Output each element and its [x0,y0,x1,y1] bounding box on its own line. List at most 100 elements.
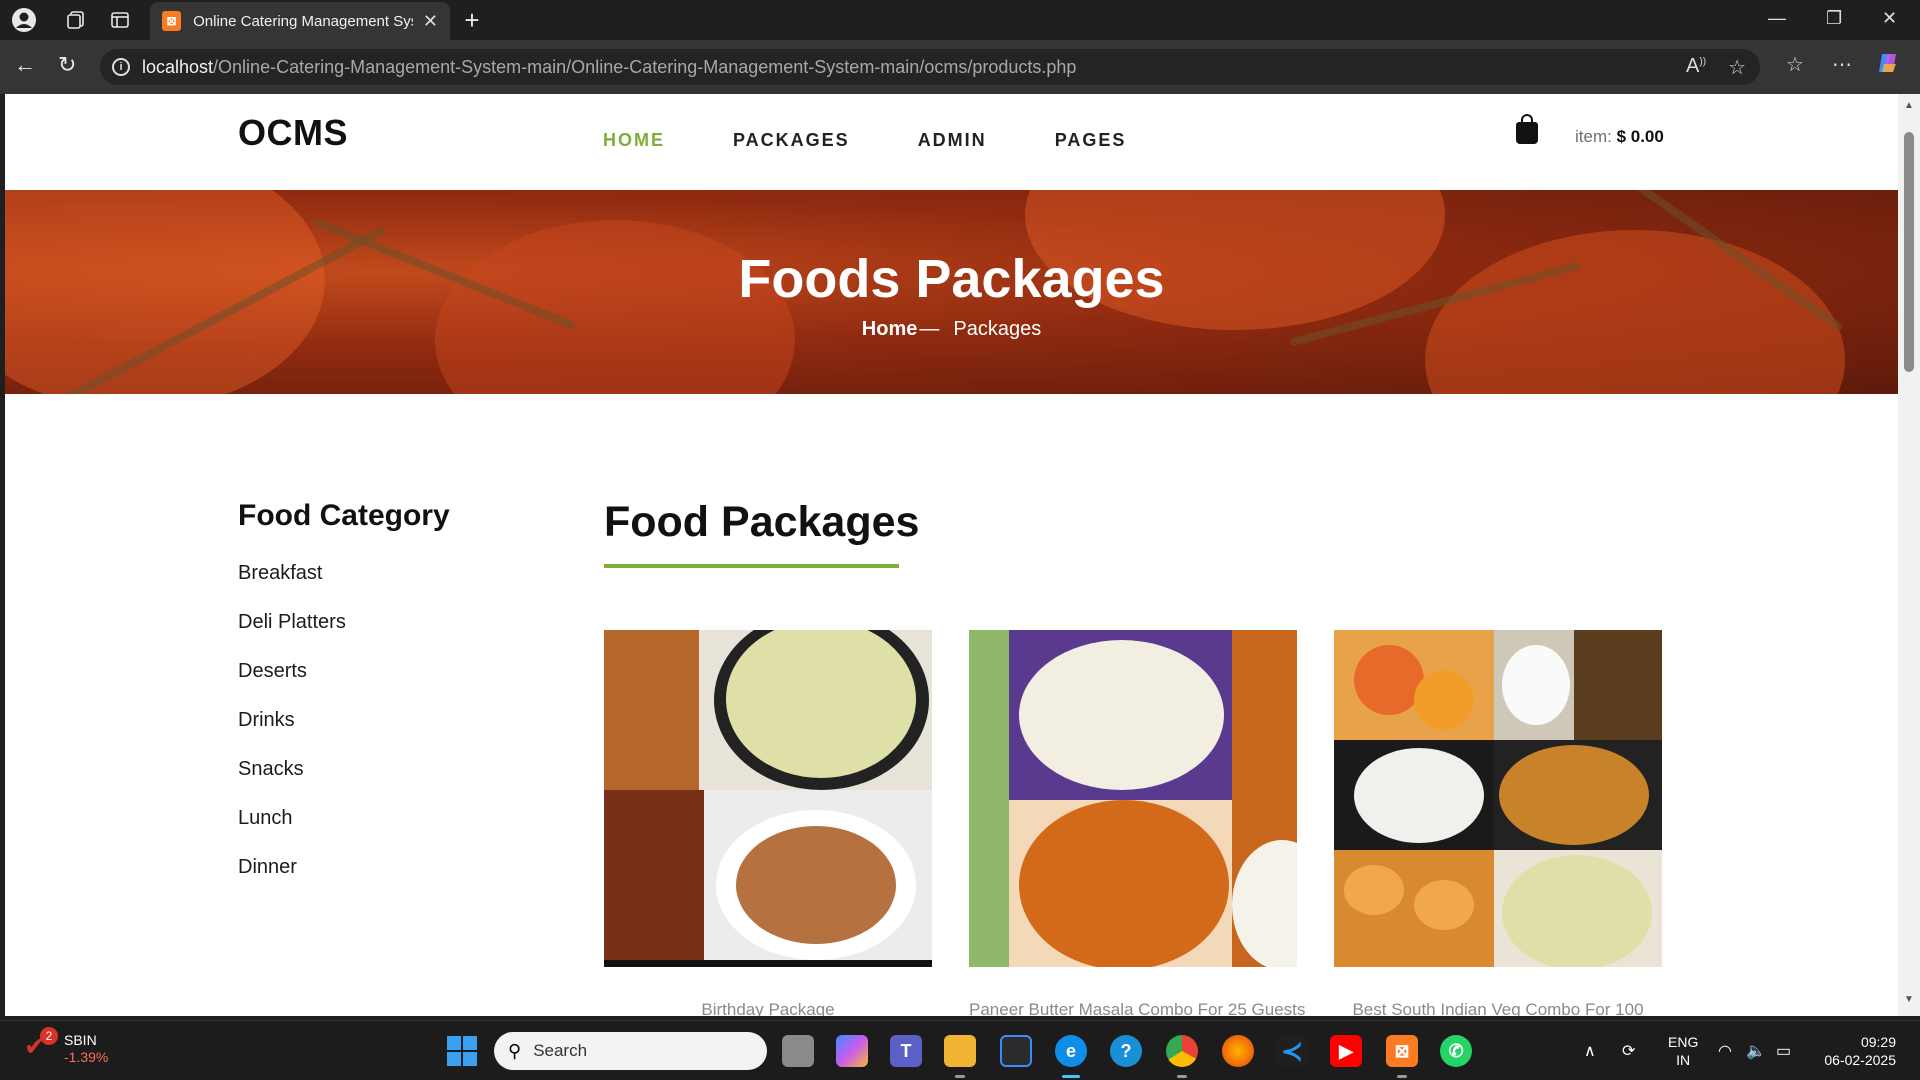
language-code: ENG [1668,1034,1699,1050]
tab-active[interactable]: ⊠ Online Catering Management Sys ✕ [150,2,450,40]
tab-actions-icon[interactable] [106,6,134,34]
show-hidden-icons-icon[interactable]: ∧ [1584,1041,1596,1061]
cart-amount: $ 0.00 [1616,127,1664,146]
category-deserts[interactable]: Deserts [238,659,450,708]
scroll-up-icon[interactable]: ▲ [1904,100,1914,111]
package-name[interactable]: Paneer Butter Masala Combo For 25 Guests [969,1000,1305,1016]
breadcrumb-separator: — [919,318,940,340]
category-deli-platters[interactable]: Deli Platters [238,610,450,659]
package-name[interactable]: Birthday Package [604,1000,932,1016]
task-view-icon[interactable] [782,1035,814,1067]
title-underline [604,564,899,568]
package-card[interactable]: Birthday Package [604,630,932,1016]
food-category-sidebar: Food Category Breakfast Deli Platters De… [238,499,450,904]
hero-title: Foods Packages [738,249,1165,309]
clock-time: 09:29 [1860,1034,1896,1050]
minimize-icon[interactable]: — [1768,8,1786,29]
system-clock[interactable]: 09:29 06-02-2025 [1818,1033,1896,1069]
category-lunch[interactable]: Lunch [238,806,450,855]
region-code: IN [1676,1052,1691,1068]
page-scrollbar[interactable]: ▲ ▼ [1898,94,1920,1016]
favorites-icon[interactable]: ☆ [1786,52,1804,77]
tab-title: Online Catering Management Sys [193,12,413,30]
category-dinner[interactable]: Dinner [238,855,450,904]
scrollbar-thumb[interactable] [1904,132,1914,372]
favorite-star-icon[interactable]: ☆ [1728,55,1746,80]
taskbar-search[interactable]: ⚲ Search [494,1032,767,1070]
breadcrumb-home[interactable]: Home [862,318,918,340]
nav-home[interactable]: HOME [603,130,665,151]
reload-icon[interactable]: ↻ [58,52,76,78]
web-page: OCMS HOME PACKAGES ADMIN PAGES item: $ 0… [5,94,1898,1016]
tab-bar: ⊠ Online Catering Management Sys ✕ + — ❐… [0,0,1920,40]
file-explorer-icon[interactable] [944,1035,976,1067]
breadcrumb: Home — Packages [5,318,1898,341]
chrome-icon[interactable] [1166,1035,1198,1067]
restore-icon[interactable]: ❐ [1826,8,1842,29]
stock-trend-icon: 2 [24,1027,58,1062]
microsoft-store-icon[interactable] [1000,1035,1032,1067]
main-nav: HOME PACKAGES ADMIN PAGES [603,130,1194,151]
breadcrumb-current: Packages [953,318,1042,340]
shopping-bag-icon[interactable] [1516,114,1538,144]
package-card[interactable]: Paneer Butter Masala Combo For 25 Guests [969,630,1305,1016]
read-aloud-icon[interactable]: A)) [1686,55,1706,80]
clock-date: 06-02-2025 [1824,1052,1896,1068]
copilot-icon[interactable] [1876,50,1902,82]
whatsapp-icon[interactable]: ✆ [1440,1035,1472,1067]
address-bar-row: ← ↻ i localhost/Online-Catering-Manageme… [0,40,1920,94]
notification-badge: 2 [40,1027,58,1045]
teams-icon[interactable]: T [890,1035,922,1067]
xampp-icon[interactable]: ⊠ [1386,1035,1418,1067]
help-icon[interactable]: ? [1110,1035,1142,1067]
stock-change: -1.39% [64,1049,109,1065]
workspaces-icon[interactable] [62,6,90,34]
stock-widget[interactable]: 2 SBIN -1.39% [24,1027,109,1065]
address-bar[interactable]: i localhost/Online-Catering-Management-S… [100,49,1760,85]
package-name[interactable]: Best South Indian Veg Combo For 100 [1334,1000,1662,1016]
url-host: localhost [142,56,214,77]
url-text: localhost/Online-Catering-Management-Sys… [142,57,1076,78]
sync-icon[interactable]: ⟳ [1622,1041,1635,1061]
category-drinks[interactable]: Drinks [238,708,450,757]
package-image[interactable] [604,630,932,967]
category-snacks[interactable]: Snacks [238,757,450,806]
browser-window: ⊠ Online Catering Management Sys ✕ + — ❐… [0,0,1920,1080]
section-title: Food Packages [604,498,920,546]
nav-pages[interactable]: PAGES [1055,130,1127,151]
nav-packages[interactable]: PACKAGES [733,130,850,151]
windows-taskbar: 2 SBIN -1.39% ⚲ Search T e ? ≺ ▶ ⊠ ✆ ∧ ⟳ [0,1020,1920,1080]
close-window-icon[interactable]: ✕ [1882,8,1897,29]
back-icon[interactable]: ← [14,52,36,78]
language-indicator[interactable]: ENG IN [1668,1033,1698,1069]
close-tab-icon[interactable]: ✕ [423,11,438,32]
package-image[interactable] [1334,630,1662,967]
windows-start-icon[interactable] [447,1036,477,1066]
vscode-icon[interactable]: ≺ [1276,1035,1308,1067]
category-breakfast[interactable]: Breakfast [238,561,450,610]
url-path: /Online-Catering-Management-System-main/… [213,56,1077,77]
youtube-icon[interactable]: ▶ [1330,1035,1362,1067]
profile-icon[interactable] [10,6,38,34]
search-placeholder: Search [533,1041,588,1060]
stock-symbol: SBIN [64,1032,97,1048]
xampp-favicon-icon: ⊠ [162,11,182,31]
package-card[interactable]: Best South Indian Veg Combo For 100 [1334,630,1662,1016]
wifi-icon[interactable]: ◠ [1718,1041,1732,1061]
firefox-icon[interactable] [1222,1035,1254,1067]
edge-browser-icon[interactable]: e [1055,1035,1087,1067]
more-options-icon[interactable]: ⋯ [1832,52,1852,77]
package-image[interactable] [969,630,1297,967]
new-tab-icon[interactable]: + [458,5,486,35]
cart-label: item: [1575,127,1612,146]
copilot-app-icon[interactable] [836,1035,868,1067]
sidebar-title: Food Category [238,499,450,532]
scroll-down-icon[interactable]: ▼ [1904,994,1914,1005]
site-info-icon[interactable]: i [112,58,130,76]
nav-admin[interactable]: ADMIN [918,130,987,151]
volume-icon[interactable]: 🔈 [1746,1041,1766,1061]
site-logo[interactable]: OCMS [238,112,348,154]
search-icon: ⚲ [508,1040,522,1061]
cart-total: item: $ 0.00 [1575,127,1664,147]
battery-icon[interactable]: ▭ [1776,1041,1791,1061]
